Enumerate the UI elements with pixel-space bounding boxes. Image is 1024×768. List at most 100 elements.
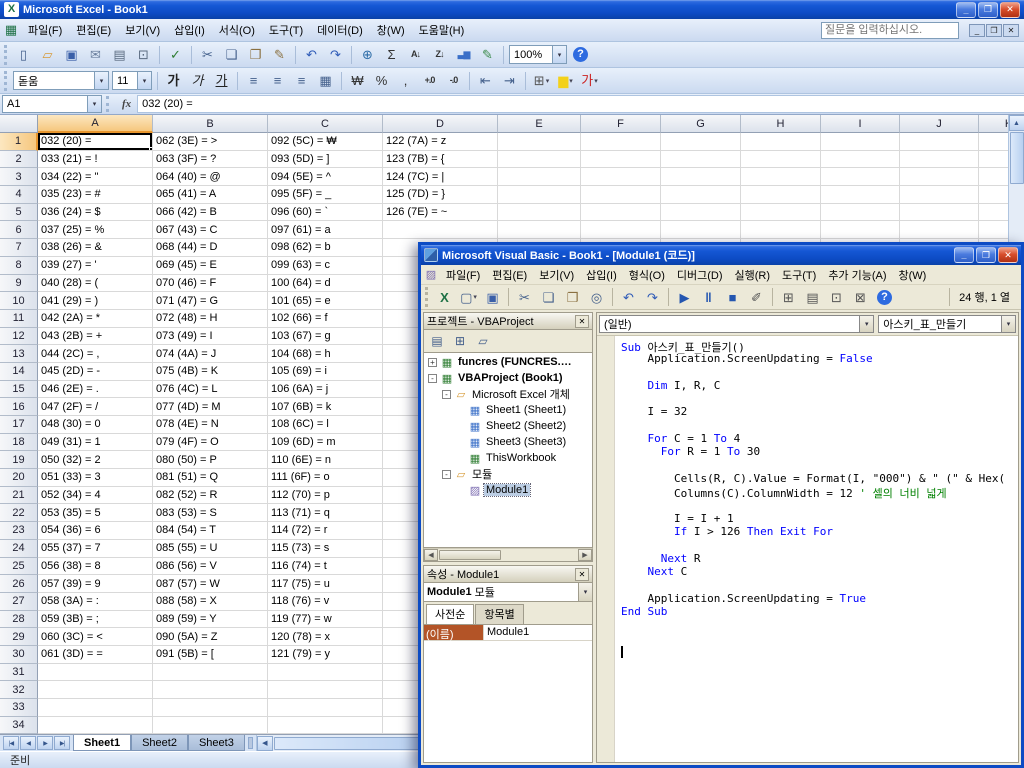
close-button[interactable]: ✕ — [1000, 1, 1020, 18]
grid-cell[interactable]: 123 (7B) = { — [383, 150, 498, 169]
font-size-combo[interactable]: 11 ▾ — [112, 71, 152, 90]
grid-cell[interactable]: 074 (4A) = J — [153, 345, 268, 363]
last-sheet-button[interactable]: ▶| — [54, 736, 70, 750]
chevron-down-icon[interactable]: ▾ — [87, 96, 101, 112]
grid-cell[interactable]: 072 (48) = H — [153, 309, 268, 328]
grid-cell[interactable] — [661, 150, 741, 169]
sort-ascending-button[interactable]: A↓ — [404, 44, 427, 65]
format-painter-button[interactable]: ✎ — [268, 44, 291, 65]
sheet-tab-sheet3[interactable]: Sheet3 — [187, 735, 245, 751]
row-header[interactable]: 1 — [0, 133, 38, 151]
excel-menu-view[interactable]: 보기(V) — [118, 19, 167, 41]
properties-tab[interactable]: 항목별 — [475, 604, 524, 624]
grid-cell[interactable]: 112 (70) = p — [268, 486, 383, 505]
minimize-button[interactable]: _ — [956, 1, 976, 18]
grid-cell[interactable]: 067 (43) = C — [153, 221, 268, 240]
row-header[interactable]: 25 — [0, 557, 38, 576]
grid-cell[interactable]: 075 (4B) = K — [153, 362, 268, 381]
scroll-up-icon[interactable]: ▲ — [1008, 115, 1024, 131]
object-browser-button[interactable]: ⊡ — [825, 287, 848, 308]
copy-button[interactable]: ❏ — [537, 287, 560, 308]
vbe-menu-tools[interactable]: 도구(T) — [776, 265, 822, 284]
row-header[interactable]: 17 — [0, 416, 38, 434]
grid-cell[interactable]: 040 (28) = ( — [38, 274, 153, 293]
scroll-left-icon[interactable]: ◀ — [424, 549, 438, 561]
row-header[interactable]: 30 — [0, 645, 38, 664]
grid-cell[interactable]: 111 (6F) = o — [268, 469, 383, 487]
grid-cell[interactable] — [821, 150, 900, 169]
column-header-J[interactable]: J — [900, 115, 979, 133]
grid-cell[interactable]: 071 (47) = G — [153, 292, 268, 310]
project-tree-hscroll[interactable]: ◀ ▶ — [423, 548, 593, 562]
grid-cell[interactable]: 113 (71) = q — [268, 504, 383, 523]
chevron-down-icon[interactable]: ▾ — [552, 46, 566, 63]
column-header-A[interactable]: A — [38, 115, 153, 133]
grid-cell[interactable]: 049 (31) = 1 — [38, 433, 153, 452]
save-button[interactable]: ▣ — [481, 287, 504, 308]
grid-cell[interactable] — [383, 221, 498, 240]
row-header[interactable]: 26 — [0, 575, 38, 593]
grid-cell[interactable] — [153, 716, 268, 734]
restore-button[interactable]: ❐ — [976, 247, 996, 263]
row-header[interactable]: 21 — [0, 486, 38, 505]
grid-cell[interactable]: 086 (56) = V — [153, 557, 268, 576]
fill-handle[interactable] — [149, 146, 152, 150]
autosum-button[interactable]: Σ — [380, 44, 403, 65]
grid-cell[interactable]: 122 (7A) = z — [383, 133, 498, 151]
grid-cell[interactable]: 118 (76) = v — [268, 592, 383, 611]
grid-cell[interactable]: 080 (50) = P — [153, 451, 268, 470]
redo-button[interactable]: ↷ — [641, 287, 664, 308]
grid-cell[interactable]: 062 (3E) = > — [153, 133, 268, 151]
chevron-down-icon[interactable]: ▾ — [859, 316, 874, 332]
row-header[interactable]: 15 — [0, 380, 38, 399]
align-left-button[interactable]: ≡ — [242, 70, 265, 91]
grid-cell[interactable] — [268, 663, 383, 682]
column-header-C[interactable]: C — [268, 115, 383, 133]
grid-cell[interactable] — [821, 168, 900, 187]
grid-cell[interactable] — [38, 716, 153, 734]
currency-button[interactable]: ₩ — [346, 70, 369, 91]
row-header[interactable]: 20 — [0, 469, 38, 487]
view-code-button[interactable]: ▤ — [427, 333, 447, 350]
vbe-menu-edit[interactable]: 편집(E) — [486, 265, 533, 284]
grid-cell[interactable] — [741, 168, 821, 187]
spelling-button[interactable]: ✓ — [164, 44, 187, 65]
toolbar-drag-handle[interactable] — [4, 44, 7, 65]
grid-cell[interactable]: 120 (78) = x — [268, 628, 383, 646]
close-icon[interactable]: ✕ — [575, 314, 589, 328]
grid-cell[interactable]: 068 (44) = D — [153, 239, 268, 257]
grid-cell[interactable]: 055 (37) = 7 — [38, 539, 153, 558]
grid-cell[interactable]: 092 (5C) = ₩ — [268, 133, 383, 151]
property-row[interactable]: (이름) Module1 — [424, 625, 592, 641]
grid-cell[interactable]: 104 (68) = h — [268, 345, 383, 363]
chevron-down-icon[interactable]: ▾ — [94, 72, 108, 89]
grid-cell[interactable]: 035 (23) = # — [38, 186, 153, 204]
break-button[interactable]: ‖ — [697, 287, 720, 308]
grid-cell[interactable]: 105 (69) = i — [268, 362, 383, 381]
print-preview-button[interactable]: ⊡ — [132, 44, 155, 65]
property-value[interactable]: Module1 — [484, 625, 592, 640]
code-text[interactable]: Sub 아스키_표_만들기() Application.ScreenUpdati… — [615, 336, 1018, 762]
grid-cell[interactable] — [498, 168, 581, 187]
row-header[interactable]: 13 — [0, 345, 38, 363]
grid-cell[interactable]: 117 (75) = u — [268, 575, 383, 593]
run-sub-button[interactable]: ▶ — [673, 287, 696, 308]
grid-cell[interactable]: 094 (5E) = ^ — [268, 168, 383, 187]
vbe-menu-run[interactable]: 실행(R) — [729, 265, 777, 284]
row-header[interactable]: 8 — [0, 256, 38, 275]
grid-cell[interactable] — [581, 168, 661, 187]
excel-menu-help[interactable]: 도움말(H) — [412, 19, 472, 41]
grid-cell[interactable]: 053 (35) = 5 — [38, 504, 153, 523]
grid-cell[interactable]: 033 (21) = ! — [38, 150, 153, 169]
grid-cell[interactable]: 052 (34) = 4 — [38, 486, 153, 505]
grid-cell[interactable] — [661, 133, 741, 151]
chevron-down-icon[interactable]: ▾ — [137, 72, 151, 89]
underline-button[interactable]: 가 — [210, 70, 233, 91]
view-object-button[interactable]: ⊞ — [450, 333, 470, 350]
grid-cell[interactable]: 082 (52) = R — [153, 486, 268, 505]
collapse-icon[interactable]: - — [428, 373, 437, 383]
row-header[interactable]: 33 — [0, 699, 38, 717]
grid-cell[interactable]: 091 (5B) = [ — [153, 645, 268, 664]
fill-color-button[interactable]: ▆ ▾ — [554, 70, 577, 91]
scroll-left-icon[interactable]: ◀ — [256, 735, 273, 751]
